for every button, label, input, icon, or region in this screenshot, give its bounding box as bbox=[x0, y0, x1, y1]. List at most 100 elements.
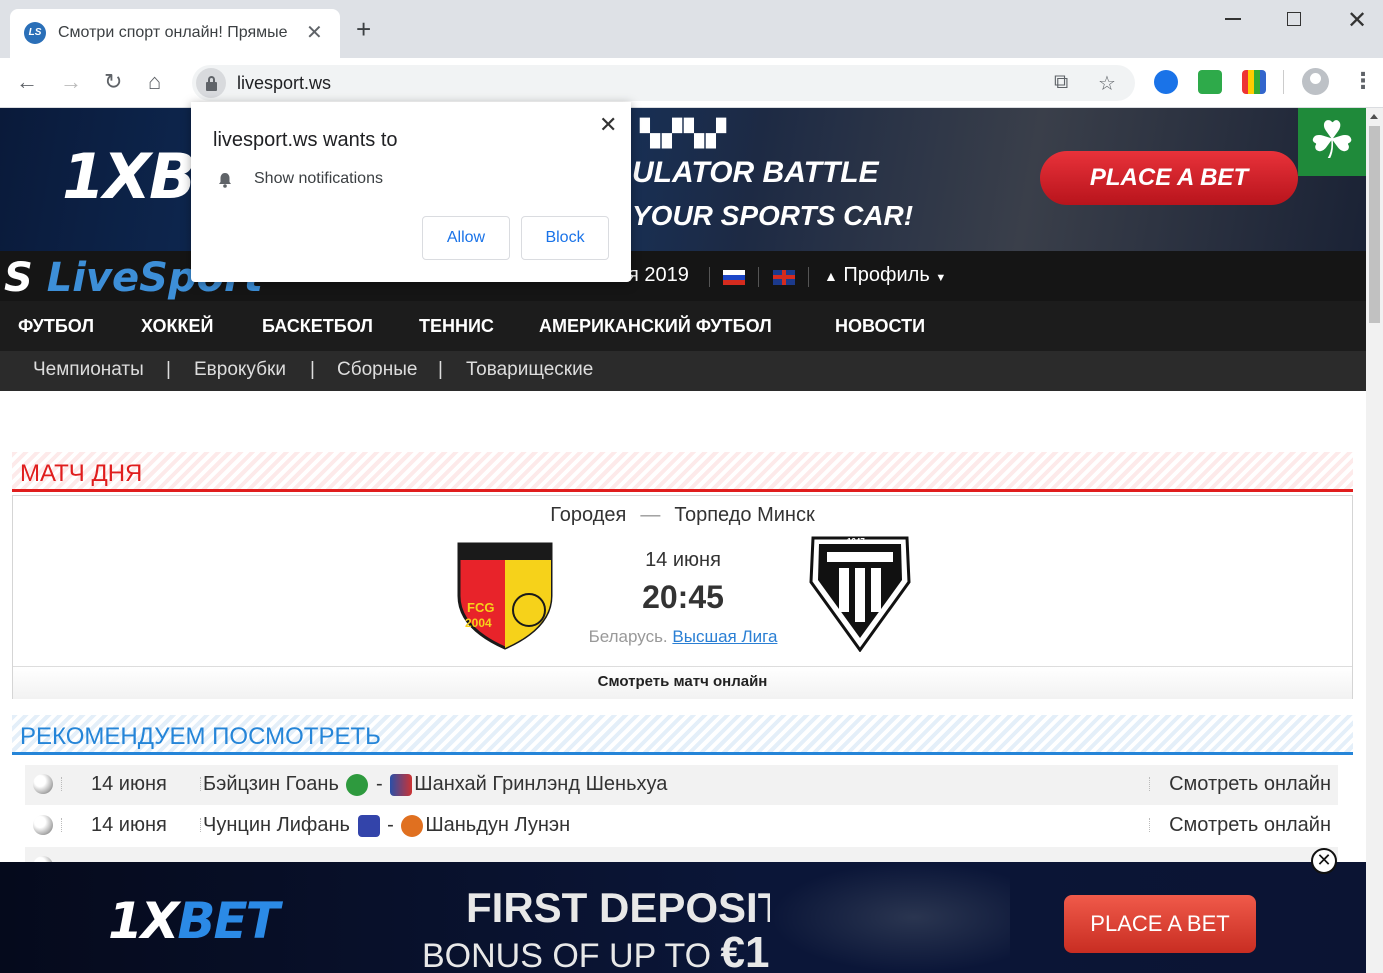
ad-logo: 1XBET bbox=[108, 892, 280, 950]
window-close-icon[interactable]: ✕ bbox=[1347, 6, 1367, 35]
row-divider bbox=[61, 777, 62, 791]
away-team-name[interactable]: Торпедо Минск bbox=[674, 504, 814, 526]
forward-arrow-icon[interactable]: → bbox=[60, 68, 82, 96]
lock-icon[interactable] bbox=[196, 68, 226, 98]
team-badge-icon bbox=[390, 773, 413, 796]
tab-strip: LS Смотри спорт онлайн! Прямые ✕ + ✕ bbox=[0, 0, 1383, 58]
sub-nav-divider: | bbox=[310, 359, 315, 380]
row-divider bbox=[200, 777, 201, 791]
back-arrow-icon[interactable]: ← bbox=[16, 68, 38, 96]
match-of-day-header: МАТЧ ДНЯ bbox=[12, 452, 1353, 492]
nav-item-hockey[interactable]: ХОККЕЙ bbox=[141, 316, 213, 337]
vs-dash: - bbox=[387, 814, 394, 836]
clover-icon[interactable]: ☘ bbox=[1298, 108, 1366, 176]
match-teams: Бэйцзин Гоань - Шанхай Гринлэнд Шеньхуа bbox=[203, 773, 667, 796]
home-team-name[interactable]: Городея bbox=[550, 504, 626, 526]
home-team-crest-icon[interactable]: FCG 2004 bbox=[453, 536, 557, 650]
match-league: Беларусь. Высшая Лига bbox=[583, 627, 783, 647]
site-favicon-icon: LS bbox=[24, 22, 46, 44]
ad-logo-bet: BET bbox=[177, 892, 279, 950]
scroll-up-icon[interactable] bbox=[1370, 114, 1378, 119]
away-team-name[interactable]: Шанхай Гринлэнд Шеньхуа bbox=[414, 773, 667, 795]
reload-icon[interactable]: ↻ bbox=[104, 68, 122, 96]
home-crest-year: 2004 bbox=[465, 616, 492, 630]
bookmark-star-icon[interactable]: ☆ bbox=[1098, 71, 1116, 96]
translate-icon[interactable]: ⧉ bbox=[1054, 71, 1068, 94]
header-divider bbox=[808, 267, 809, 287]
match-country: Беларусь. bbox=[588, 627, 668, 646]
match-date: 14 июня bbox=[91, 773, 167, 795]
place-bet-button[interactable]: PLACE A BET bbox=[1040, 151, 1298, 205]
page-scrollbar[interactable] bbox=[1366, 108, 1383, 973]
away-team-crest-icon[interactable]: 1947 bbox=[809, 534, 911, 652]
window-maximize-icon[interactable] bbox=[1287, 12, 1301, 26]
address-bar[interactable]: livesport.ws ⧉ ☆ bbox=[192, 65, 1135, 101]
team-badge-icon bbox=[346, 773, 369, 796]
url-text[interactable]: livesport.ws bbox=[237, 73, 331, 94]
profile-menu[interactable]: ▲ Профиль ▼ bbox=[824, 264, 946, 287]
popup-title: livesport.ws wants to bbox=[213, 129, 398, 151]
chevron-down-icon: ▼ bbox=[935, 272, 947, 284]
allow-button[interactable]: Allow bbox=[422, 216, 510, 260]
place-bet-button[interactable]: PLACE A BET bbox=[1064, 895, 1256, 953]
permission-description: Show notifications bbox=[254, 170, 383, 187]
home-team-name[interactable]: Чунцин Лифань bbox=[203, 814, 350, 836]
match-date: 14 июня bbox=[91, 814, 167, 836]
league-link[interactable]: Высшая Лига bbox=[672, 627, 777, 646]
match-date: 14 июня bbox=[645, 549, 721, 571]
list-item[interactable]: 14 июня Бэйцзин Гоань - Шанхай Гринлэнд … bbox=[25, 765, 1338, 805]
russian-flag-icon[interactable] bbox=[723, 270, 745, 285]
footballer-image bbox=[770, 862, 1010, 973]
nav-item-american-football[interactable]: АМЕРИКАНСКИЙ ФУТБОЛ bbox=[539, 316, 772, 337]
football-icon bbox=[33, 774, 53, 794]
sub-nav-championships[interactable]: Чемпионаты bbox=[33, 359, 144, 381]
football-icon bbox=[33, 815, 53, 835]
ad-bonus-text: BONUS OF UP TO bbox=[422, 937, 712, 973]
color-extension-icon[interactable] bbox=[1242, 70, 1266, 94]
sub-nav-divider: | bbox=[166, 359, 171, 380]
scrollbar-thumb[interactable] bbox=[1369, 126, 1380, 323]
bottom-ad-banner[interactable]: 1XBET FIRST DEPOSIT BONUS OF UP TO €100 … bbox=[0, 862, 1366, 973]
pdf-extension-icon[interactable] bbox=[1198, 70, 1222, 94]
away-team-name[interactable]: Шаньдун Лунэн bbox=[425, 814, 570, 836]
nav-item-football[interactable]: ФУТБОЛ bbox=[18, 316, 94, 337]
browser-menu-icon[interactable]: ⋮ bbox=[1352, 68, 1374, 94]
section-title: РЕКОМЕНДУЕМ ПОСМОТРЕТЬ bbox=[20, 723, 381, 750]
close-ad-icon[interactable]: ✕ bbox=[1311, 848, 1337, 874]
uk-flag-icon[interactable] bbox=[773, 270, 795, 285]
sync-extension-icon[interactable] bbox=[1154, 70, 1178, 94]
home-icon[interactable]: ⌂ bbox=[148, 68, 161, 96]
row-divider bbox=[1149, 818, 1150, 832]
sub-nav-national-teams[interactable]: Сборные bbox=[337, 359, 417, 381]
match-teams: Городея — Торпедо Минск bbox=[13, 504, 1352, 527]
ad-subline: YOUR SPORTS CAR! bbox=[632, 200, 914, 231]
tab-title: Смотри спорт онлайн! Прямые bbox=[58, 24, 288, 41]
nav-item-news[interactable]: НОВОСТИ bbox=[835, 316, 925, 337]
user-icon: ▲ bbox=[824, 268, 838, 284]
watch-online-link[interactable]: Смотреть онлайн bbox=[1169, 814, 1331, 837]
window-minimize-icon[interactable] bbox=[1225, 18, 1241, 20]
sub-nav-eurocups[interactable]: Еврокубки bbox=[194, 359, 286, 381]
nav-item-tennis[interactable]: ТЕННИС bbox=[419, 316, 494, 337]
notification-permission-popup: livesport.ws wants to ✕ Show notificatio… bbox=[191, 102, 631, 282]
profile-avatar-icon[interactable] bbox=[1302, 68, 1329, 95]
toolbar-divider bbox=[1283, 70, 1284, 94]
list-item[interactable]: 14 июня Чунцин Лифань - Шаньдун Лунэн См… bbox=[25, 806, 1338, 846]
watch-match-button[interactable]: Смотреть матч онлайн bbox=[13, 666, 1352, 699]
new-tab-icon[interactable]: + bbox=[356, 16, 371, 42]
tab-close-icon[interactable]: ✕ bbox=[306, 20, 323, 45]
ad-headline: ULATOR BATTLE bbox=[632, 156, 879, 189]
watch-online-link[interactable]: Смотреть онлайн bbox=[1169, 773, 1331, 796]
browser-tab[interactable]: LS Смотри спорт онлайн! Прямые ✕ bbox=[10, 9, 340, 58]
row-divider bbox=[61, 818, 62, 832]
nav-item-basketball[interactable]: БАСКЕТБОЛ bbox=[262, 316, 373, 337]
row-divider bbox=[200, 818, 201, 832]
home-team-name[interactable]: Бэйцзин Гоань bbox=[203, 773, 339, 795]
sub-nav-friendlies[interactable]: Товарищеские bbox=[466, 359, 593, 381]
vs-dash: — bbox=[640, 504, 661, 526]
vs-dash: - bbox=[376, 773, 383, 795]
block-button[interactable]: Block bbox=[521, 216, 609, 260]
header-divider bbox=[709, 267, 710, 287]
away-crest-year: 1947 bbox=[847, 537, 865, 546]
close-icon[interactable]: ✕ bbox=[599, 112, 617, 138]
